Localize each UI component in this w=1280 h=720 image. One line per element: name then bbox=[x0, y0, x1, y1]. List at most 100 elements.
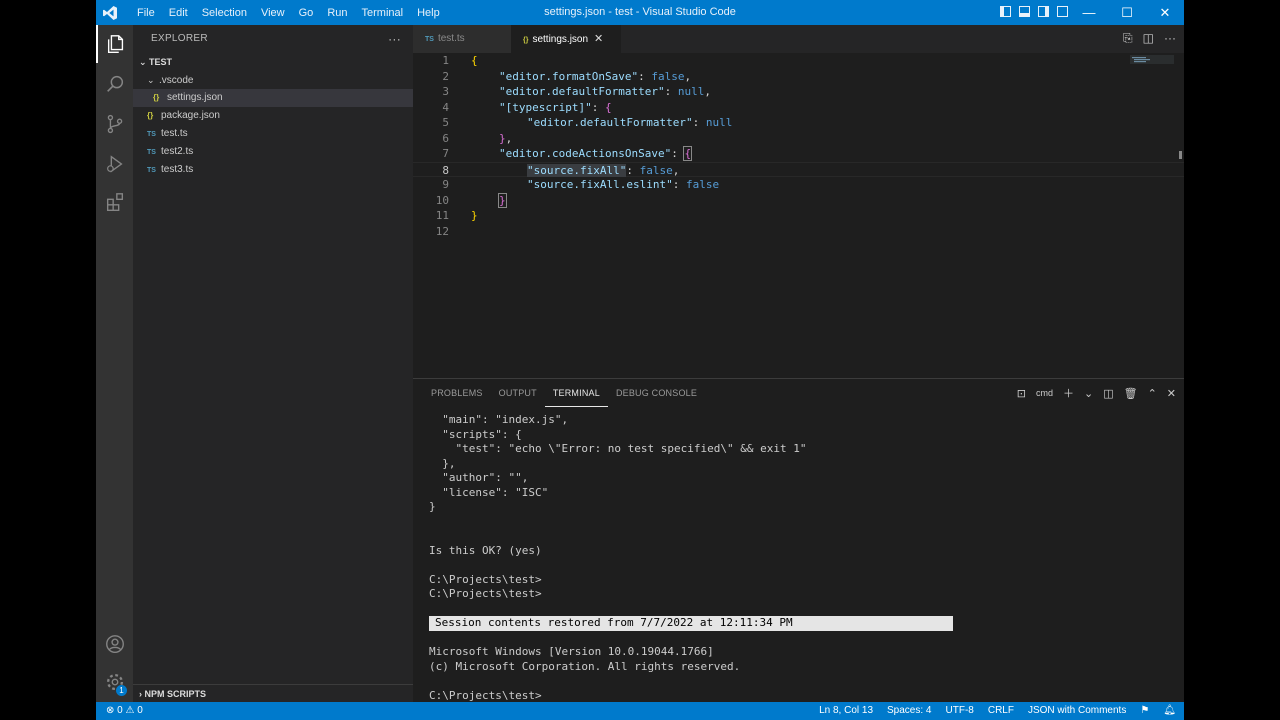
code-token: "editor.defaultFormatter" bbox=[499, 85, 665, 98]
line-number: 11 bbox=[435, 209, 449, 222]
toggle-sidebar-icon[interactable] bbox=[1000, 6, 1011, 17]
code-token: "editor.formatOnSave" bbox=[499, 69, 639, 83]
terminal-line: "license": "ISC" bbox=[429, 485, 549, 499]
code-token: : bbox=[664, 85, 678, 98]
feedback-icon[interactable]: ⚑ bbox=[1140, 702, 1149, 720]
code-line: 11} bbox=[413, 208, 1184, 224]
panel-tabs: PROBLEMS OUTPUT TERMINAL DEBUG CONSOLE bbox=[413, 379, 705, 407]
code-token: , bbox=[672, 163, 680, 177]
tab-problems[interactable]: PROBLEMS bbox=[423, 379, 491, 407]
tab-test-ts[interactable]: TS test.ts bbox=[413, 25, 511, 53]
problems-status[interactable]: ⊗ 0 ⚠ 0 bbox=[106, 702, 143, 720]
terminal-output[interactable]: "main": "index.js", "scripts": { "test":… bbox=[429, 413, 1169, 703]
code-token: "editor.defaultFormatter" bbox=[527, 116, 693, 129]
code-token: : bbox=[591, 100, 605, 114]
editor-area: TS test.ts {} settings.json ✕ ⎘ ◫ ··· 1{ 2 "… bbox=[413, 25, 1184, 378]
toggle-secondary-sidebar-icon[interactable] bbox=[1038, 6, 1049, 17]
editor-actions: ⎘ ◫ ··· bbox=[1123, 31, 1176, 46]
code-line: 3 "editor.defaultFormatter": null, bbox=[413, 84, 1184, 100]
typescript-file-icon: TS bbox=[425, 36, 434, 43]
npm-scripts-section[interactable]: › NPM SCRIPTS bbox=[133, 684, 413, 702]
minimize-button[interactable]: — bbox=[1070, 0, 1108, 25]
split-editor-icon[interactable]: ◫ bbox=[1143, 31, 1154, 46]
terminal-line: "test": "echo \"Error: no test specified… bbox=[429, 442, 807, 455]
extensions-activity[interactable] bbox=[96, 183, 133, 221]
title-bar: File Edit Selection View Go Run Terminal… bbox=[96, 0, 1184, 25]
window-controls: — ☐ ✕ bbox=[1070, 0, 1184, 25]
code-line: 6}, bbox=[413, 131, 1184, 147]
more-actions-icon[interactable]: ··· bbox=[1164, 31, 1176, 46]
notifications-bell-icon[interactable]: 🔔︎ bbox=[1163, 702, 1176, 720]
tree-item-package-json[interactable]: {} package.json bbox=[133, 107, 413, 125]
cursor-position[interactable]: Ln 8, Col 13 bbox=[819, 702, 873, 720]
maximize-panel-icon[interactable]: ⌃ bbox=[1148, 387, 1157, 400]
tree-item-test-ts[interactable]: TS test.ts bbox=[133, 125, 413, 143]
maximize-button[interactable]: ☐ bbox=[1108, 0, 1146, 25]
tree-item-test2-ts[interactable]: TS test2.ts bbox=[133, 143, 413, 161]
tab-debug-console[interactable]: DEBUG CONSOLE bbox=[608, 379, 705, 407]
menu-edit[interactable]: Edit bbox=[162, 7, 195, 19]
activity-bar: 1 bbox=[96, 25, 133, 702]
tree-item-vscode-folder[interactable]: ⌄ .vscode bbox=[133, 71, 413, 89]
menu-view[interactable]: View bbox=[254, 7, 292, 19]
close-window-button[interactable]: ✕ bbox=[1146, 0, 1184, 25]
line-number: 7 bbox=[442, 147, 449, 160]
terminal-line: "author": "", bbox=[429, 471, 529, 484]
tab-terminal[interactable]: TERMINAL bbox=[544, 379, 608, 407]
line-number: 8 bbox=[442, 163, 449, 177]
run-debug-activity[interactable] bbox=[96, 145, 133, 183]
json-file-icon: {} bbox=[523, 37, 529, 44]
manage-activity[interactable]: 1 bbox=[96, 663, 133, 701]
code-token: , bbox=[684, 69, 692, 83]
typescript-file-icon: TS bbox=[147, 167, 156, 174]
open-settings-icon[interactable]: ⎘ bbox=[1123, 31, 1133, 46]
search-icon bbox=[106, 75, 123, 92]
menu-go[interactable]: Go bbox=[292, 7, 321, 19]
menu-run[interactable]: Run bbox=[320, 7, 354, 19]
code-token: } bbox=[499, 131, 506, 145]
split-terminal-icon[interactable]: ◫ bbox=[1103, 387, 1113, 400]
chevron-down-icon: ⌄ bbox=[147, 75, 155, 85]
tree-item-test3-ts[interactable]: TS test3.ts bbox=[133, 161, 413, 179]
tab-output[interactable]: OUTPUT bbox=[491, 379, 545, 407]
chevron-down-icon[interactable]: ⌄ bbox=[1084, 387, 1093, 400]
new-terminal-icon[interactable]: ＋ bbox=[1063, 385, 1074, 401]
code-token: } bbox=[471, 209, 478, 222]
code-line: 1{ bbox=[413, 53, 1184, 69]
minimap[interactable] bbox=[1130, 55, 1174, 95]
terminal-line: }, bbox=[429, 456, 456, 470]
code-token: } bbox=[498, 192, 507, 208]
workspace-folder[interactable]: ⌄ TEST bbox=[133, 53, 413, 71]
menu-selection[interactable]: Selection bbox=[195, 7, 254, 19]
encoding[interactable]: UTF-8 bbox=[946, 702, 974, 720]
code-token: : bbox=[626, 163, 640, 177]
menu-help[interactable]: Help bbox=[410, 7, 447, 19]
explorer-sidebar: EXPLORER ··· ⌄ TEST ⌄ .vscode {} settings.… bbox=[133, 25, 413, 702]
run-debug-icon bbox=[106, 155, 123, 173]
tree-item-settings-json[interactable]: {} settings.json bbox=[133, 89, 413, 107]
menu-terminal[interactable]: Terminal bbox=[355, 7, 411, 19]
close-tab-icon[interactable]: ✕ bbox=[594, 33, 603, 45]
tab-settings-json[interactable]: {} settings.json ✕ bbox=[511, 25, 621, 53]
code-token: { bbox=[471, 54, 478, 67]
code-editor[interactable]: 1{ 2 "editor.formatOnSave": false, 3 "edit… bbox=[413, 53, 1184, 378]
kill-terminal-icon[interactable]: 🗑︎ bbox=[1124, 387, 1138, 400]
menu-file[interactable]: File bbox=[130, 7, 162, 19]
end-of-line[interactable]: CRLF bbox=[988, 702, 1014, 720]
more-actions-icon[interactable]: ··· bbox=[388, 25, 401, 53]
customize-layout-icon[interactable] bbox=[1057, 6, 1068, 17]
search-activity[interactable] bbox=[96, 65, 133, 103]
editor-scrollbar[interactable] bbox=[1179, 151, 1182, 159]
language-mode[interactable]: JSON with Comments bbox=[1028, 702, 1126, 720]
source-control-activity[interactable] bbox=[96, 105, 133, 143]
source-control-icon bbox=[107, 114, 122, 134]
terminal-shell-label[interactable]: cmd bbox=[1036, 388, 1053, 398]
vscode-logo-icon bbox=[103, 6, 117, 20]
indentation[interactable]: Spaces: 4 bbox=[887, 702, 931, 720]
accounts-activity[interactable] bbox=[96, 625, 133, 663]
explorer-activity[interactable] bbox=[96, 25, 133, 63]
close-panel-icon[interactable]: ✕ bbox=[1167, 387, 1176, 400]
update-badge: 1 bbox=[116, 685, 127, 696]
toggle-panel-icon[interactable] bbox=[1019, 6, 1030, 17]
